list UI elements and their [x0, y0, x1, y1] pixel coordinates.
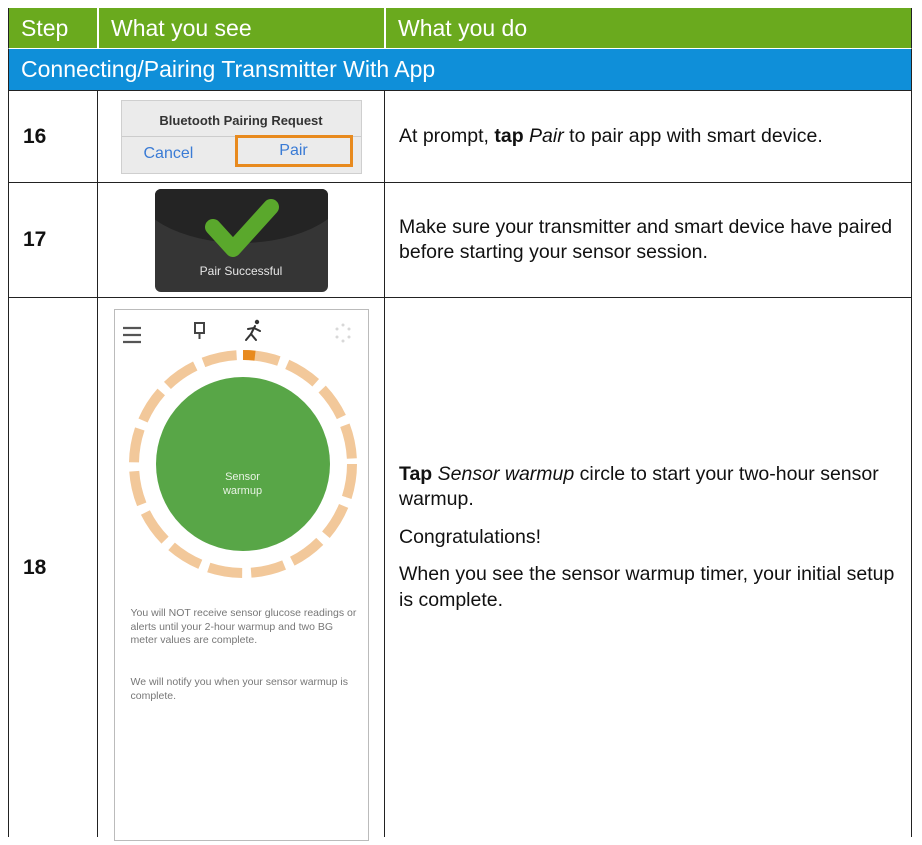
instruction-bold: tap: [494, 124, 524, 147]
screenshot-cell: Pair Successful: [97, 183, 384, 298]
transmitter-icon[interactable]: [193, 322, 205, 339]
screenshot-cell: Sensor warmup You will NOT receive senso…: [97, 298, 384, 841]
instruction-cell: Make sure your transmitter and smart dev…: [384, 183, 911, 298]
instruction-pre: At prompt,: [399, 124, 495, 147]
popup-label: Pair Successful: [199, 263, 283, 278]
step-number: 16: [9, 91, 97, 183]
sensor-warmup-button[interactable]: [155, 377, 330, 551]
instruction-italic: Sensor warmup: [437, 463, 575, 486]
warmup-label-line2: warmup: [222, 485, 263, 498]
pair-successful-popup: Pair Successful: [154, 188, 328, 292]
step-number: 17: [9, 183, 97, 298]
sensor-warmup-label: Sensor warmup: [193, 470, 293, 499]
congratulations-text: Congratulations!: [399, 525, 542, 548]
warmup-label-line1: Sensor: [225, 471, 260, 483]
table-header: Step What you see What you do: [8, 8, 912, 49]
progress-start-marker: [242, 350, 256, 361]
table-row: 16 Bluetooth Pairing Request Cancel Pair…: [8, 91, 912, 183]
menu-icon[interactable]: [122, 326, 141, 344]
header-what-you-do: What you do: [384, 8, 911, 48]
warmup-note: You will NOT receive sensor glucose read…: [130, 607, 357, 647]
bluetooth-pairing-dialog: Bluetooth Pairing Request Cancel Pair: [120, 99, 362, 174]
instruction-table: Step What you see What you do Connecting…: [8, 8, 912, 841]
phone-graphics: [122, 319, 357, 578]
notify-note: We will notify you when your sensor warm…: [130, 676, 348, 702]
table-row: 17 Pair Successful Make sure your transm…: [8, 183, 912, 298]
instruction-bold: Tap: [399, 463, 433, 486]
instruction-italic: Pair: [529, 124, 564, 147]
section-title: Connecting/Pairing Transmitter With App: [8, 49, 912, 91]
pair-button[interactable]: Pair: [234, 134, 353, 167]
setup-complete-text: When you see the sensor warmup timer, yo…: [399, 563, 895, 611]
screenshot-cell: Bluetooth Pairing Request Cancel Pair: [97, 91, 384, 183]
instruction-post: to pair app with smart device.: [563, 124, 823, 147]
instruction-cell: At prompt, tap Pair to pair app with sma…: [384, 91, 911, 183]
instruction-text: At prompt, tap Pair to pair app with sma…: [399, 124, 901, 149]
instruction-text: Tap Sensor warmup circle to start your t…: [399, 462, 901, 513]
table-row: 18 Sensor warmup You will NOT receive se…: [8, 298, 912, 841]
activity-icon[interactable]: [244, 319, 261, 341]
loading-spinner-icon: [335, 323, 350, 343]
instruction-text: Make sure your transmitter and smart dev…: [399, 215, 893, 263]
step-number: 18: [23, 555, 47, 579]
instruction-cell: Tap Sensor warmup circle to start your t…: [384, 298, 911, 837]
phone-screen: Sensor warmup You will NOT receive senso…: [113, 309, 369, 841]
dialog-title: Bluetooth Pairing Request: [159, 112, 323, 128]
header-step: Step: [21, 14, 69, 41]
cancel-button[interactable]: Cancel: [144, 145, 194, 163]
header-what-you-see: What you see: [97, 8, 384, 48]
